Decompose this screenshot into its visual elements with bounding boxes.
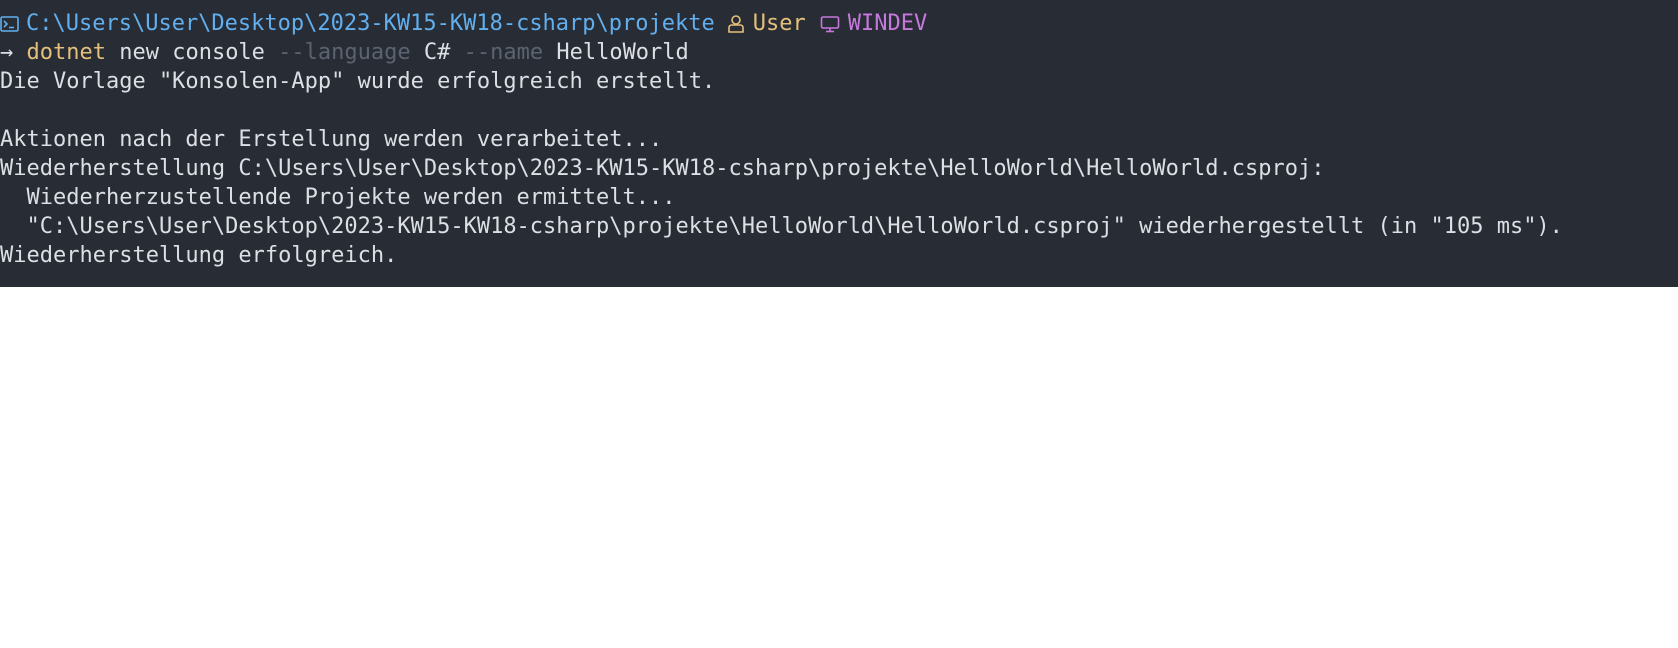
monitor-icon — [820, 15, 840, 33]
prompt-line: C:\Users\User\Desktop\2023-KW15-KW18-csh… — [0, 9, 1678, 38]
prompt-path: C:\Users\User\Desktop\2023-KW15-KW18-csh… — [26, 11, 715, 36]
prompt-host: WINDEV — [847, 11, 928, 36]
output-line: Wiederherstellung erfolgreich. — [0, 243, 398, 268]
command-name-value: HelloWorld — [543, 40, 689, 65]
command-program: dotnet — [26, 40, 106, 65]
output-line: Wiederherzustellende Projekte werden erm… — [0, 185, 676, 210]
command-flag-language: --language — [278, 40, 411, 65]
prompt-user: User — [752, 11, 806, 36]
prompt-arrow-icon: → — [0, 40, 14, 65]
command-language-value: C# — [410, 40, 464, 65]
terminal-window[interactable]: C:\Users\User\Desktop\2023-KW15-KW18-csh… — [0, 0, 1678, 287]
output-line: Wiederherstellung C:\Users\User\Desktop\… — [0, 156, 1325, 181]
output-line: Die Vorlage "Konsolen-App" wurde erfolgr… — [0, 69, 716, 94]
command-subcommand: new console — [105, 40, 279, 65]
command-flag-name: --name — [463, 40, 544, 65]
user-icon — [727, 14, 745, 34]
output-line: "C:\Users\User\Desktop\2023-KW15-KW18-cs… — [0, 214, 1563, 239]
command-line[interactable]: → dotnet new console --language C# --nam… — [0, 38, 1678, 67]
output-line-empty — [0, 96, 1678, 125]
output-line: Aktionen nach der Erstellung werden vera… — [0, 127, 663, 152]
terminal-icon — [0, 15, 20, 33]
